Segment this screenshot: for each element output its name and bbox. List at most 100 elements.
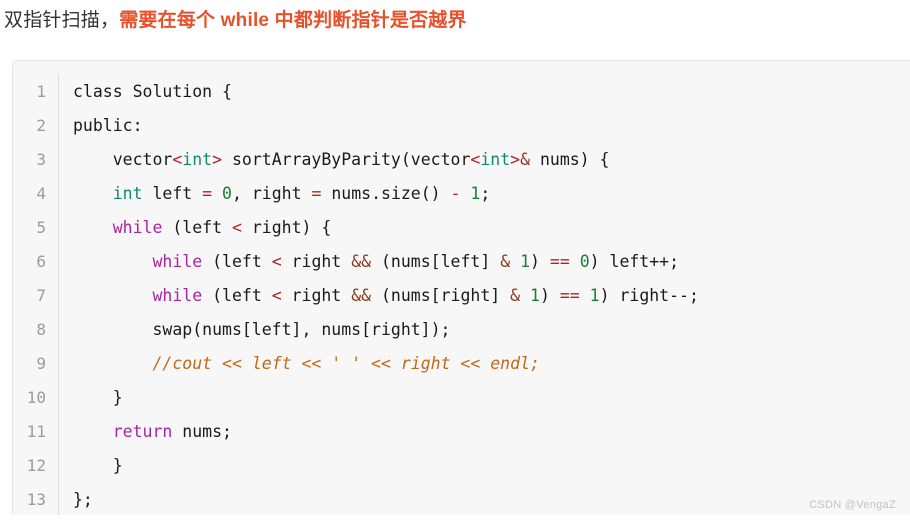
code-token: } [73,456,123,475]
code-token: } [73,388,123,407]
line-source: swap(nums[left], nums[right]); [59,313,910,347]
code-token: && [351,286,372,305]
code-token: < [271,286,282,305]
code-line: 7 while (left < right && (nums[right] & … [13,278,910,314]
code-token: < [271,252,282,271]
line-number: 9 [13,346,59,382]
code-token: && [351,252,372,271]
code-token: ) [539,286,560,305]
code-token: while [112,218,163,237]
code-token: nums) { [530,150,610,169]
code-token: vector [73,150,173,169]
line-number: 7 [13,278,59,314]
code-token: right) { [241,218,332,237]
code-token: while [152,286,203,305]
code-token: 1 [520,252,531,271]
line-number: 13 [13,482,59,515]
line-number: 2 [13,108,59,144]
code-line: 4 int left = 0, right = nums.size() - 1; [13,176,910,212]
code-token: - [450,184,461,203]
line-source: vector<int> sortArrayByParity(vector<int… [59,143,910,177]
code-token: ; [480,184,491,203]
line-source: while (left < right && (nums[left] & 1) … [59,245,910,279]
line-number: 3 [13,142,59,178]
line-source: while (left < right && (nums[right] & 1)… [59,279,910,313]
code-line: 2 public: [13,108,910,144]
code-token: int [182,150,213,169]
code-token: & [520,150,531,169]
line-source: while (left < right) { [59,211,910,245]
code-token: , right [231,184,312,203]
line-number: 10 [13,380,59,416]
code-token: == [549,252,570,271]
code-token: right [281,252,352,271]
code-token: 0 [579,252,590,271]
code-token: 1 [530,286,540,305]
code-token: while [152,252,203,271]
code-line: 3 vector<int> sortArrayByParity(vector<i… [13,142,910,178]
line-number: 4 [13,176,59,212]
code-token: left [142,184,203,203]
line-number: 12 [13,448,59,484]
code-line: 11 return nums; [13,414,910,450]
code-line: 13}; [13,482,910,515]
code-token: swap(nums[left], nums[right]); [73,320,451,339]
code-token: public: [73,116,143,135]
code-line: 6 while (left < right && (nums[left] & 1… [13,244,910,280]
code-token: == [559,286,580,305]
code-token: < [231,218,242,237]
code-token: int [112,184,143,203]
code-token: nums.size() [321,184,451,203]
code-token: < [470,150,481,169]
code-token: nums; [172,422,232,441]
line-source: } [59,381,910,415]
code-token: 1 [589,286,600,305]
line-source: }; [59,483,910,515]
code-token: ) right--; [599,286,699,305]
code-token: }; [73,490,93,509]
code-token: < [172,150,183,169]
code-line: 10 } [13,380,910,416]
code-token: & [510,286,521,305]
code-token: ) [530,252,550,271]
code-token: 1 [470,184,481,203]
line-source: } [59,449,910,483]
line-number: 5 [13,210,59,246]
code-token: > [212,150,223,169]
code-token: (nums[right] [371,286,511,305]
line-number: 8 [13,312,59,348]
code-token: = [202,184,213,203]
line-source: //cout << left << ' ' << right << endl; [59,347,910,381]
code-token: (left [202,286,272,305]
code-content: 1 class Solution {2 public: 3 vector<int> s… [13,61,910,515]
code-token: (left [202,252,272,271]
page-title-plain: 双指针扫描， [4,10,120,31]
page-title-accent: 需要在每个 while 中都判断指针是否越界 [119,10,467,31]
code-token: = [311,184,322,203]
code-line: 9 //cout << left << ' ' << right << endl… [13,346,910,382]
line-number: 1 [13,74,59,110]
page-root: 双指针扫描，需要在每个 while 中都判断指针是否越界 1 class Solu… [0,0,910,522]
code-token: right [281,286,352,305]
line-source: class Solution { [59,75,910,109]
line-source: public: [59,109,910,143]
code-token: (left [162,218,232,237]
code-token: class Solution { [73,82,232,101]
csdn-watermark: CSDN @VengaZ [809,499,896,511]
line-number: 6 [13,244,59,280]
code-line: 12 } [13,448,910,484]
code-token: & [500,252,511,271]
code-token: > [510,150,521,169]
code-block[interactable]: 1 class Solution {2 public: 3 vector<int> s… [12,60,910,515]
line-source: int left = 0, right = nums.size() - 1; [59,177,910,211]
